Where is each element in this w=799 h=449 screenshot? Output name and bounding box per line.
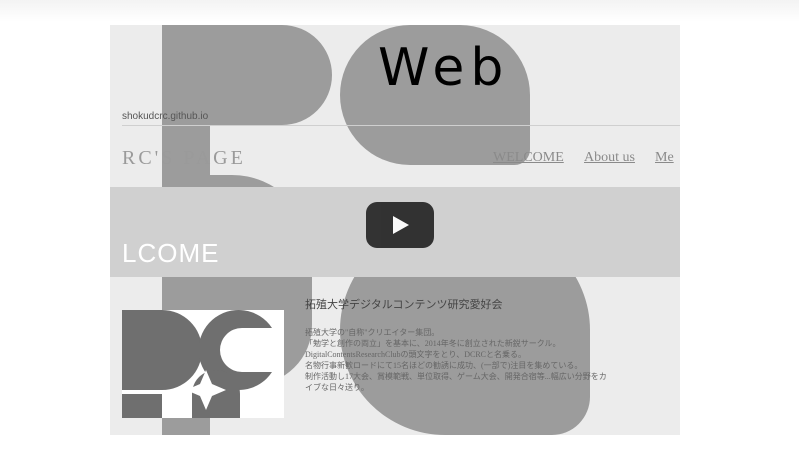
video-title: Web — [378, 38, 510, 98]
desc-line: イブな日々送り。 — [305, 383, 369, 392]
url-text: shokudcrc.github.io — [122, 111, 209, 122]
dcrc-logo-icon — [122, 310, 284, 418]
desc-line: 拓殖大学の"自称"クリエイター集団。 — [305, 328, 440, 337]
desc-line: DigitalContentsResearchClubの頭文字をとり、DCRCと… — [305, 350, 527, 359]
nav-about: About us — [584, 150, 635, 165]
divider — [122, 125, 680, 126]
desc-line: 制作活動し17大会、賞模範戦、単位取得、ゲーム大会、開発合宿等...幅広い分野を… — [305, 372, 607, 381]
play-icon — [393, 216, 409, 234]
club-heading: 拓殖大学デジタルコンテンツ研究愛好会 — [305, 299, 503, 311]
play-button[interactable] — [366, 202, 434, 248]
nav-me: Me — [655, 150, 674, 165]
desc-line: 名物行事新歓ロードにて15名ほどの勧誘に成功、(一部で)注目を集めている。 — [305, 361, 583, 370]
site-title: RC'S PAGE — [122, 147, 246, 169]
banner-text: LCOME — [122, 238, 220, 268]
desc-line: 「勉学と創作の両立」を基本に、2014年冬に創立された新鋭サークル。 — [305, 339, 561, 348]
player-top-bar — [0, 0, 799, 22]
dcrc-logo — [122, 310, 284, 418]
nav-welcome: WELCOME — [493, 150, 564, 165]
